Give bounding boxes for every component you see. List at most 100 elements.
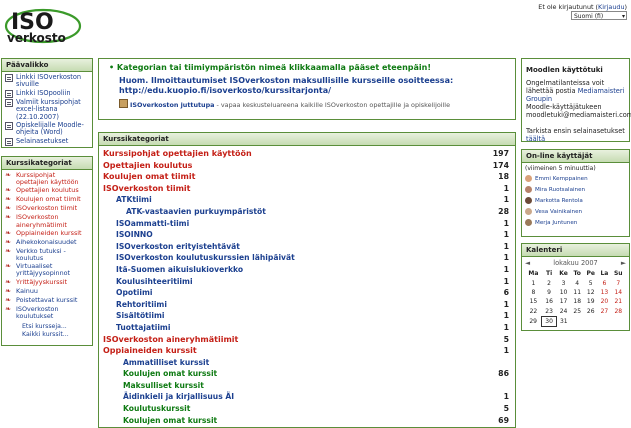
calendar-day[interactable]: 16 — [542, 297, 557, 306]
category-link[interactable]: ISOverkoston aineryhmätiimit — [99, 334, 238, 346]
side-category-item[interactable]: ❧ Kainuu — [5, 287, 89, 296]
category-link[interactable]: Rehtoritiimi — [99, 299, 167, 311]
calendar-day[interactable]: 17 — [556, 297, 570, 306]
calendar-day[interactable]: 24 — [556, 307, 570, 317]
registration-link[interactable]: http://edu.kuopio.fi/isoverkosto/kurssit… — [119, 86, 331, 95]
category-link[interactable]: Koulusihteeritiimi — [99, 276, 193, 288]
category-row: ISOINNO 1 — [99, 229, 515, 241]
category-link[interactable]: Sisältötiimi — [99, 310, 165, 322]
category-link[interactable]: Ammatilliset kurssit — [99, 357, 209, 369]
course-count: 1 — [503, 346, 509, 356]
side-category-item[interactable]: ❧ Verkko tutuksi - koulutus — [5, 247, 89, 262]
side-category-item[interactable]: ❧ Poistettavat kurssit — [5, 295, 89, 305]
browser-settings-link[interactable]: täältä — [526, 135, 545, 143]
category-link[interactable]: Koulujen omat tiimit — [99, 171, 195, 183]
category-link[interactable]: Opettajien koulutus — [99, 160, 192, 172]
calendar-day[interactable]: 1 — [525, 278, 542, 287]
side-category-item[interactable]: ❧ Virtuaaliset yrittäjyysopinnot — [5, 263, 89, 278]
headline-text: Kategorian tai tiimiympäristön nimeä kli… — [116, 63, 431, 72]
online-users-block: On-line käyttäjät (viimeinen 5 minuuttia… — [521, 149, 630, 237]
category-link[interactable]: Kurssipohjat opettajien käyttöön — [99, 148, 252, 160]
side-category-item[interactable]: ❧ Oppiaineiden kurssit — [5, 229, 89, 238]
calendar-day[interactable]: 7 — [611, 278, 625, 287]
category-link[interactable]: ISOammatti-tiimi — [99, 218, 189, 230]
category-link[interactable]: Oppiaineiden kurssit — [99, 345, 197, 357]
category-link[interactable]: Koulutuskurssit — [99, 403, 190, 415]
side-category-item[interactable]: ❧ ISOverkoston tiimit — [5, 205, 89, 213]
category-link[interactable]: ATKtiimi — [99, 194, 152, 206]
online-user[interactable]: Emmi Kemppainen — [525, 173, 626, 184]
weekday-label: Ti — [546, 270, 553, 278]
category-link[interactable]: Opotiimi — [99, 287, 152, 299]
category-link[interactable]: Itä-Suomen aikuislukioverkko — [99, 264, 243, 276]
category-link[interactable]: Maksulliset kurssit — [99, 380, 204, 392]
calendar-day[interactable]: 29 — [525, 316, 542, 326]
language-select[interactable]: Suomi (fi) ▾ — [571, 11, 627, 20]
calendar-day[interactable]: 18 — [571, 297, 584, 306]
chevron-down-icon: ▾ — [621, 13, 625, 20]
calendar-day[interactable]: 4 — [571, 278, 584, 287]
calendar-day[interactable]: 12 — [584, 288, 598, 297]
calendar-day[interactable]: 27 — [598, 307, 611, 317]
main-menu-item[interactable]: Valmiit kurssipohjat excel-listana (22.1… — [5, 98, 89, 121]
calendar-day[interactable]: 22 — [525, 307, 542, 317]
online-user[interactable]: Markotta Rentola — [525, 195, 626, 206]
category-link[interactable]: Koulujen omat kurssit — [99, 415, 217, 427]
search-courses-link[interactable]: Etsi kursseja... — [22, 323, 67, 330]
category-link[interactable]: ATK-vastaavien purkuympäristöt — [99, 206, 266, 218]
calendar-day[interactable]: 26 — [584, 307, 598, 317]
side-category-label: Poistettavat kurssit — [16, 295, 78, 304]
main-menu-item[interactable]: Linkki ISOpooliin — [5, 89, 89, 98]
side-category-item[interactable]: ❧ ISOverkoston koulutukset — [5, 305, 89, 320]
calendar-day[interactable]: 10 — [556, 288, 570, 297]
main-menu-item[interactable]: Linkki ISOverkoston sivuille — [5, 73, 89, 89]
calendar-day[interactable]: 30 — [541, 315, 557, 328]
calendar-day[interactable]: 3 — [556, 278, 570, 287]
bullet-icon: • — [109, 63, 115, 72]
calendar-day[interactable]: 25 — [571, 307, 584, 317]
side-categories-title: Kurssikategoriat — [2, 157, 92, 170]
category-link[interactable]: ISOverkoston tiimit — [99, 183, 191, 195]
calendar-day[interactable]: 28 — [611, 307, 625, 317]
calendar-day[interactable]: 13 — [598, 288, 611, 297]
main-menu-item[interactable]: Selainasetukset — [5, 137, 89, 146]
calendar-day[interactable]: 31 — [556, 316, 570, 326]
category-icon: ❧ — [5, 186, 11, 195]
calendar-day[interactable]: 5 — [584, 278, 598, 287]
category-link[interactable]: ISOverkoston erityistehtävät — [99, 241, 240, 253]
category-link[interactable]: ISOverkoston koulutuskurssien lähipäivät — [99, 252, 295, 264]
all-courses-link[interactable]: Kaikki kurssit... — [22, 331, 69, 338]
side-category-item[interactable]: ❧ ISOverkoston aineryhmätiimit — [5, 214, 89, 229]
calendar-day[interactable]: 15 — [525, 297, 542, 306]
side-category-item[interactable]: ❧ Koulujen omat tiimit — [5, 196, 89, 204]
side-category-item[interactable]: ❧ Aihekokonaisuudet — [5, 238, 89, 247]
weekday-label: Su — [613, 270, 623, 278]
isoverkosto-logo[interactable]: ISO verkosto — [3, 2, 83, 46]
category-link[interactable]: Koulujen omat kurssit — [99, 368, 217, 380]
category-link[interactable]: ISOINNO — [99, 229, 153, 241]
prev-month-icon[interactable]: ◄ — [525, 259, 530, 267]
online-user[interactable]: Merja Juntunen — [525, 217, 626, 228]
main-menu-item[interactable]: Opiskelijalle Moodle-ohjeita (Word) — [5, 121, 89, 137]
calendar-day[interactable]: 19 — [584, 297, 598, 306]
calendar-day[interactable]: 14 — [611, 288, 625, 297]
login-link[interactable]: Kirjaudu — [598, 3, 624, 11]
category-link[interactable]: Äidinkieli ja kirjallisuus ÄI — [99, 391, 234, 403]
next-month-icon[interactable]: ► — [621, 259, 626, 267]
calendar-day[interactable]: 2 — [542, 278, 557, 287]
calendar-day[interactable]: 21 — [611, 297, 625, 306]
online-user[interactable]: Mira Ruotsalainen — [525, 184, 626, 195]
calendar-day[interactable]: 6 — [598, 278, 611, 287]
category-link[interactable]: Tuottajatiimi — [99, 322, 170, 334]
side-category-item[interactable]: ❧ Kurssipohjat opettajien käyttöön — [5, 171, 89, 186]
side-category-item[interactable]: ❧ Yrittäjyyskurssit — [5, 277, 89, 287]
forum-link[interactable]: ISOverkoston juttutupa — [130, 101, 214, 109]
side-category-item[interactable]: ❧ Opettajien koulutus — [5, 187, 89, 195]
calendar-day[interactable]: 9 — [542, 288, 557, 297]
calendar-day[interactable]: 8 — [525, 288, 542, 297]
calendar-day[interactable]: 11 — [571, 288, 584, 297]
online-user[interactable]: Vesa Vainikainen — [525, 206, 626, 217]
calendar-day[interactable]: 20 — [598, 297, 611, 306]
category-icon: ❧ — [5, 277, 11, 286]
calendar-day[interactable]: 23 — [542, 307, 557, 317]
